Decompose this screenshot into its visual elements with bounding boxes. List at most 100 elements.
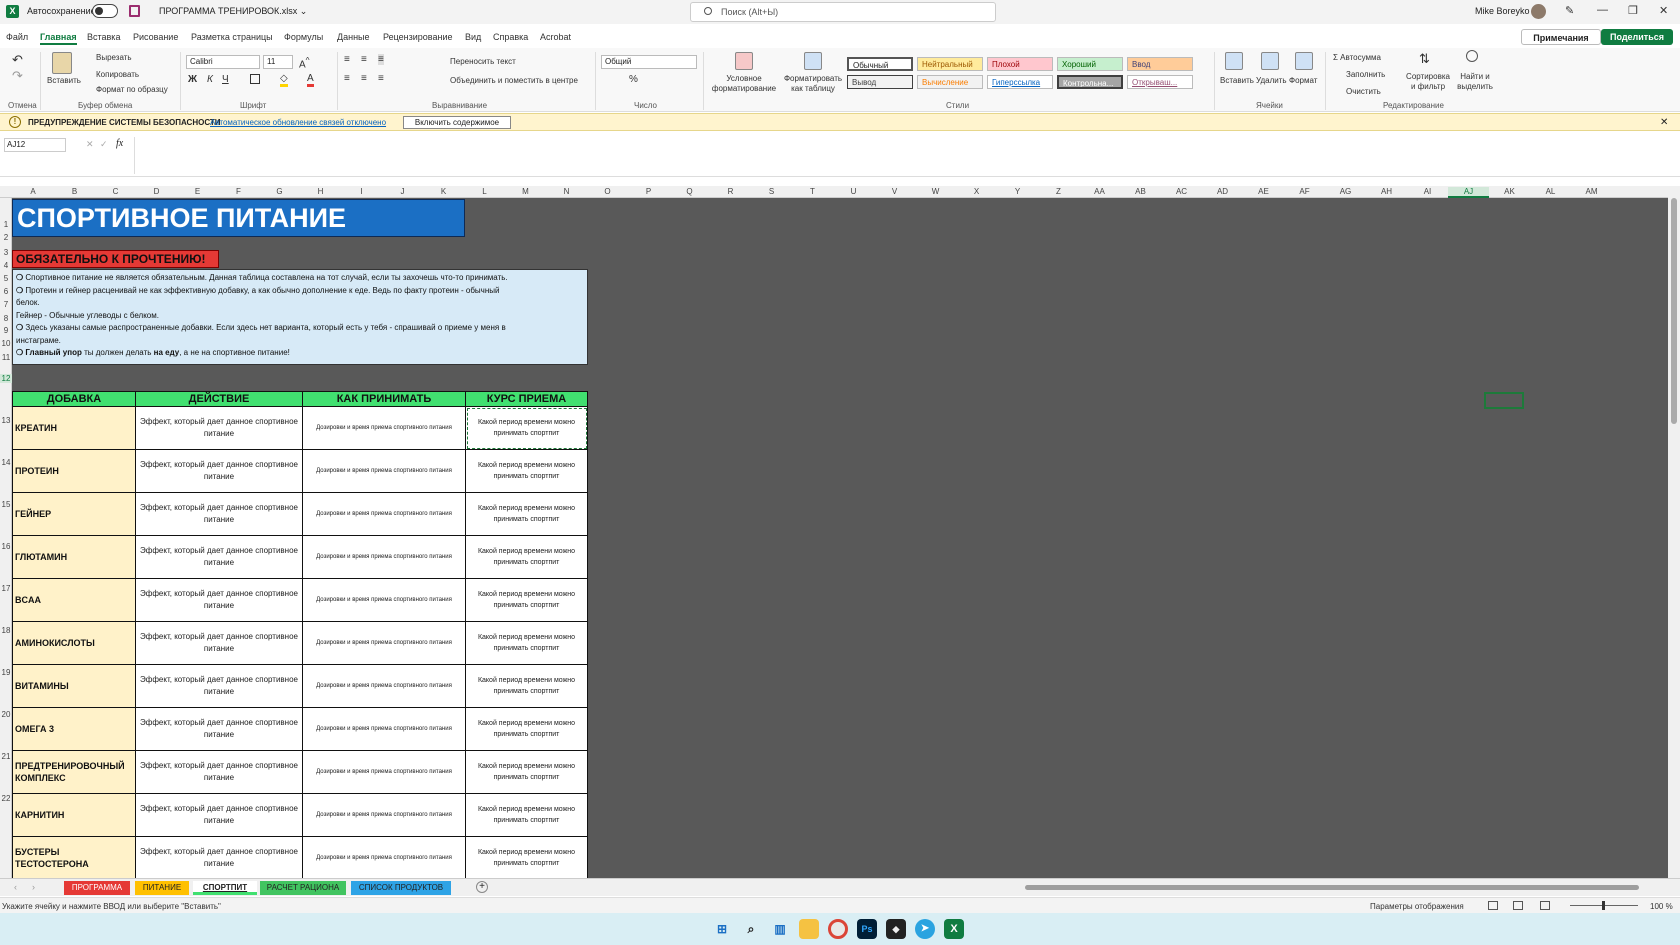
cell-course[interactable]: Какой период времени можно принимать спо… xyxy=(465,492,588,536)
cell-how[interactable]: Дозировки и время приема спортивного пит… xyxy=(302,664,466,708)
cell-how[interactable]: Дозировки и время приема спортивного пит… xyxy=(302,750,466,794)
style-good[interactable]: Хороший xyxy=(1057,57,1123,71)
cell-name[interactable]: БУСТЕРЫ ТЕСТОСТЕРОНА xyxy=(12,836,136,878)
column-header-ah[interactable]: AH xyxy=(1366,187,1407,196)
column-header-aa[interactable]: AA xyxy=(1079,187,1120,196)
number-format-select[interactable]: Общий xyxy=(601,55,697,69)
minimize-icon[interactable]: — xyxy=(1597,4,1608,16)
row-header-16[interactable]: 16 xyxy=(0,542,12,551)
file-name[interactable]: ПРОГРАММА ТРЕНИРОВОК.xlsx ⌄ xyxy=(159,6,307,17)
font-size-select[interactable]: 11 xyxy=(263,55,293,69)
cell-course[interactable]: Какой период времени можно принимать спо… xyxy=(465,535,588,579)
copy-button[interactable]: Копировать xyxy=(96,70,139,79)
column-header-h[interactable]: H xyxy=(300,187,341,196)
add-sheet-icon[interactable]: + xyxy=(476,881,488,893)
percent-icon[interactable]: % xyxy=(629,74,638,85)
delete-cells-button[interactable]: Удалить xyxy=(1256,76,1287,85)
style-check[interactable]: Контрольна... xyxy=(1057,75,1123,89)
header-course[interactable]: КУРС ПРИЕМА xyxy=(465,391,588,407)
tab-formulas[interactable]: Формулы xyxy=(284,32,323,42)
header-how-to-take[interactable]: КАК ПРИНИМАТЬ xyxy=(302,391,466,407)
horizontal-scrollbar[interactable] xyxy=(1025,885,1639,890)
cell-how[interactable]: Дозировки и время приема спортивного пит… xyxy=(302,449,466,493)
close-warning-icon[interactable]: ✕ xyxy=(1660,117,1668,128)
cell-course[interactable]: Какой период времени можно принимать спо… xyxy=(465,449,588,493)
column-header-ab[interactable]: AB xyxy=(1120,187,1161,196)
cell-how[interactable]: Дозировки и время приема спортивного пит… xyxy=(302,578,466,622)
row-header-20[interactable]: 20 xyxy=(0,710,12,719)
cell-how[interactable]: Дозировки и время приема спортивного пит… xyxy=(302,535,466,579)
row-header-7[interactable]: 7 xyxy=(0,300,12,309)
cell-course[interactable]: Какой период времени можно принимать спо… xyxy=(465,406,588,450)
column-header-p[interactable]: P xyxy=(628,187,669,196)
cell-name[interactable]: ВИТАМИНЫ xyxy=(12,664,136,708)
style-normal[interactable]: Обычный xyxy=(847,57,913,71)
style-output[interactable]: Вывод xyxy=(847,75,913,89)
column-header-n[interactable]: N xyxy=(546,187,587,196)
cell-course[interactable]: Какой период времени можно принимать спо… xyxy=(465,578,588,622)
row-header-18[interactable]: 18 xyxy=(0,626,12,635)
fill-color-icon[interactable]: ◇ xyxy=(280,73,288,87)
task-view-icon[interactable]: ▥ xyxy=(770,919,790,939)
selected-cell[interactable] xyxy=(1484,392,1524,409)
align-left-icon[interactable]: ≡ xyxy=(344,73,350,84)
column-header-v[interactable]: V xyxy=(874,187,915,196)
prev-sheet-icon[interactable]: ‹ xyxy=(14,882,17,892)
format-cells-button[interactable]: Формат xyxy=(1289,76,1317,85)
column-header-u[interactable]: U xyxy=(833,187,874,196)
cell-effect[interactable]: Эффект, который дает данное спортивное п… xyxy=(135,492,303,536)
row-header-19[interactable]: 19 xyxy=(0,668,12,677)
row-header-17[interactable]: 17 xyxy=(0,584,12,593)
name-box[interactable]: AJ12 xyxy=(4,138,66,152)
zoom-thumb[interactable] xyxy=(1602,901,1605,910)
format-painter-button[interactable]: Формат по образцу xyxy=(96,85,168,94)
tab-view[interactable]: Вид xyxy=(465,32,481,42)
row-header-8[interactable]: 8 xyxy=(0,314,12,323)
grow-font-icon[interactable]: A^ xyxy=(299,55,310,70)
autosave-toggle[interactable] xyxy=(92,4,118,18)
column-header-ai[interactable]: AI xyxy=(1407,187,1448,196)
find-select-icon[interactable] xyxy=(1466,50,1478,62)
column-header-am[interactable]: AM xyxy=(1571,187,1612,196)
enable-content-button[interactable]: Включить содержимое xyxy=(403,116,511,129)
cell-effect[interactable]: Эффект, который дает данное спортивное п… xyxy=(135,406,303,450)
cell-how[interactable]: Дозировки и время приема спортивного пит… xyxy=(302,793,466,837)
conditional-format-button[interactable]: Условное форматирование xyxy=(708,74,780,94)
row-header-22[interactable]: 22 xyxy=(0,794,12,803)
column-header-s[interactable]: S xyxy=(751,187,792,196)
header-supplement[interactable]: ДОБАВКА xyxy=(12,391,136,407)
fill-button[interactable]: Заполнить xyxy=(1346,70,1385,79)
find-select-button[interactable]: Найти и выделить xyxy=(1452,72,1498,92)
cell-name[interactable]: ПРОТЕИН xyxy=(12,449,136,493)
column-header-o[interactable]: O xyxy=(587,187,628,196)
share-button[interactable]: Поделиться xyxy=(1601,29,1673,45)
row-header-1[interactable]: 1 xyxy=(0,220,12,229)
column-header-ak[interactable]: AK xyxy=(1489,187,1530,196)
column-header-x[interactable]: X xyxy=(956,187,997,196)
undo-icon[interactable]: ↶ xyxy=(12,52,23,68)
function-label[interactable]: fx xyxy=(116,138,123,149)
sheet-tab-program[interactable]: ПРОГРАММА xyxy=(64,881,130,895)
file-explorer-icon[interactable] xyxy=(799,919,819,939)
bold-icon[interactable]: Ж xyxy=(188,74,197,85)
column-header-t[interactable]: T xyxy=(792,187,833,196)
column-header-b[interactable]: B xyxy=(54,187,95,196)
cell-course[interactable]: Какой период времени можно принимать спо… xyxy=(465,750,588,794)
paste-icon[interactable] xyxy=(52,52,72,74)
windows-start-icon[interactable]: ⊞ xyxy=(712,919,732,939)
sort-filter-icon[interactable]: ⇅ xyxy=(1419,51,1430,67)
security-message[interactable]: Автоматическое обновление связей отключе… xyxy=(210,118,386,127)
cancel-icon[interactable]: ✕ xyxy=(86,139,94,150)
column-header-m[interactable]: M xyxy=(505,187,546,196)
pen-icon[interactable]: ✎ xyxy=(1565,4,1574,17)
tab-file[interactable]: Файл xyxy=(6,32,28,42)
column-header-al[interactable]: AL xyxy=(1530,187,1571,196)
comments-button[interactable]: Примечания xyxy=(1521,29,1601,45)
column-header-i[interactable]: I xyxy=(341,187,382,196)
paste-button[interactable]: Вставить xyxy=(47,76,81,85)
column-header-w[interactable]: W xyxy=(915,187,956,196)
style-calculation[interactable]: Вычисление xyxy=(917,75,983,89)
page-layout-icon[interactable] xyxy=(1513,901,1523,910)
row-header-12[interactable]: 12 xyxy=(0,374,12,383)
conditional-format-icon[interactable] xyxy=(735,52,753,70)
